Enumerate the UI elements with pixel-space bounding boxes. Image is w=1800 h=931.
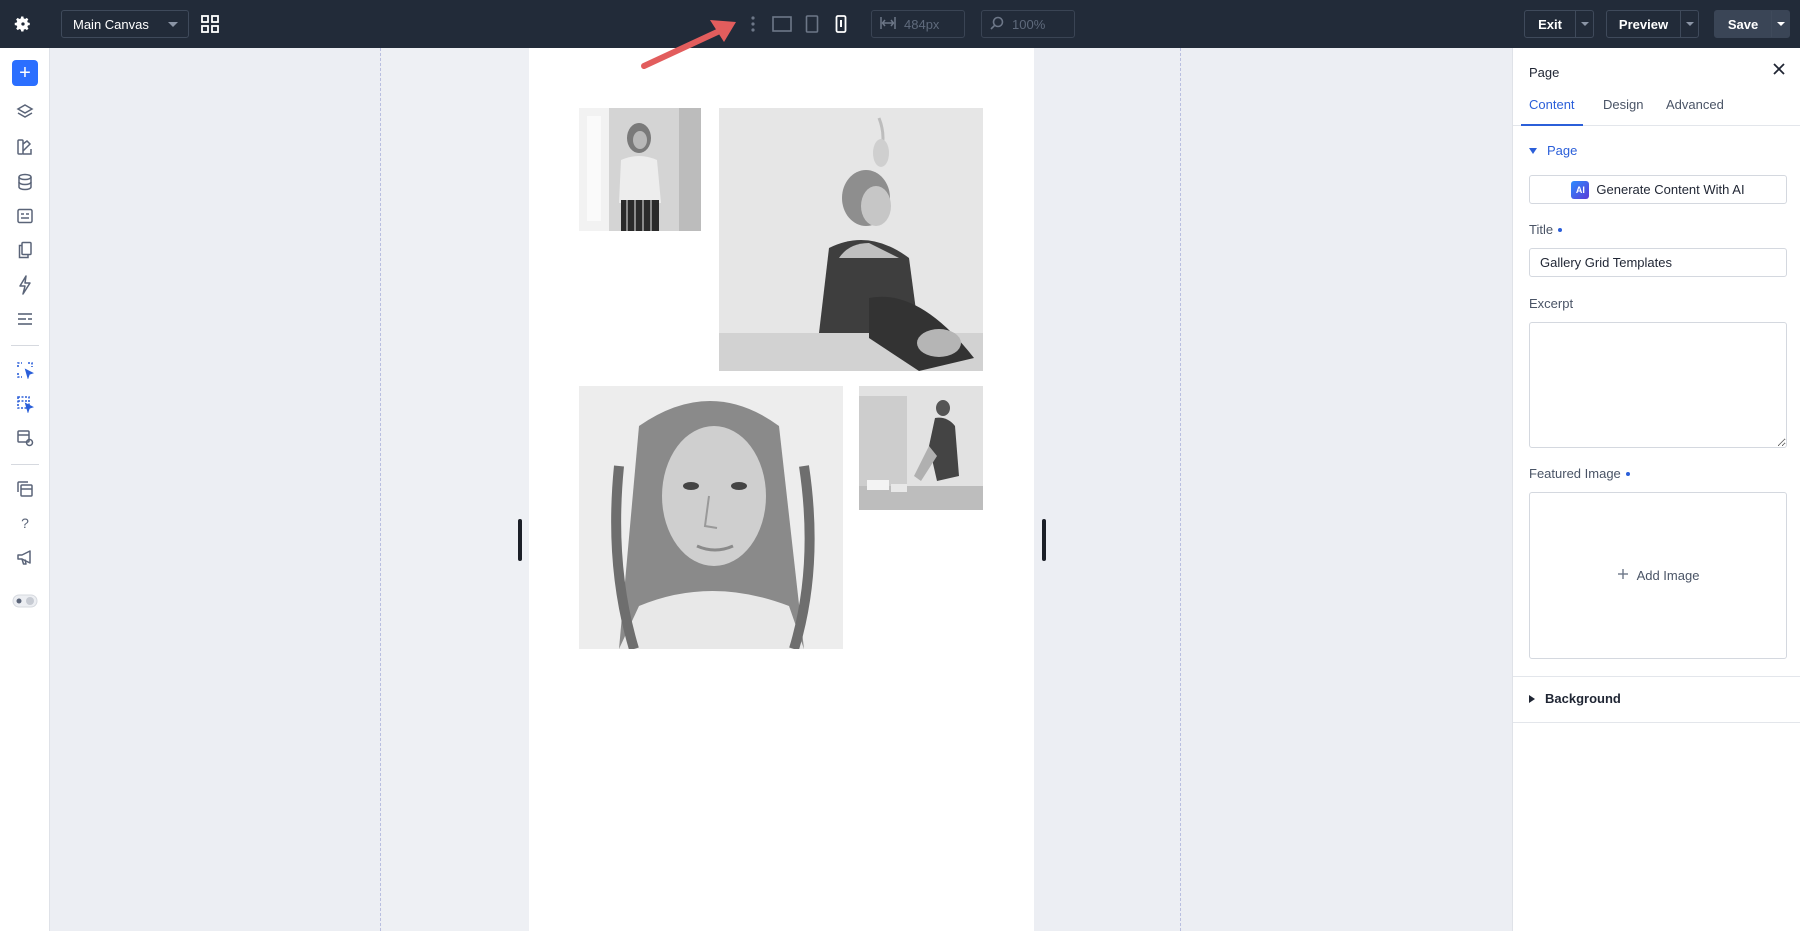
template-icon[interactable] <box>12 425 38 451</box>
zoom-value: 100% <box>1012 16 1046 32</box>
generate-ai-button[interactable]: AI Generate Content With AI <box>1529 175 1787 204</box>
tab-content[interactable]: Content <box>1521 96 1583 126</box>
width-icon <box>880 16 896 32</box>
gear-icon[interactable] <box>12 13 34 35</box>
section-divider <box>1513 722 1800 723</box>
preview-button[interactable]: Preview <box>1607 11 1680 37</box>
desktop-icon[interactable] <box>771 14 793 34</box>
excerpt-label-text: Excerpt <box>1529 296 1574 311</box>
theme-toggle-icon[interactable] <box>12 588 38 614</box>
caret-right-icon <box>1529 694 1535 703</box>
top-toolbar: Main Canvas 484px 100% Exit Preview Save <box>0 0 1800 48</box>
section-background-toggle[interactable]: Background <box>1529 691 1621 706</box>
save-split-button: Save <box>1714 10 1790 38</box>
panel-title: Page <box>1529 65 1560 80</box>
required-dot-icon <box>1558 227 1563 232</box>
annotation-arrow-icon <box>641 20 736 69</box>
select-target-icon[interactable] <box>12 357 38 383</box>
left-toolbar: + ? <box>0 48 50 931</box>
tab-advanced[interactable]: Advanced <box>1662 96 1728 126</box>
exit-split-button: Exit <box>1524 10 1594 38</box>
megaphone-icon[interactable] <box>12 544 38 570</box>
excerpt-textarea[interactable] <box>1529 322 1787 448</box>
preview-options-chevron-icon[interactable] <box>1680 11 1698 37</box>
section-divider <box>1513 676 1800 677</box>
forms-icon[interactable] <box>12 203 38 229</box>
excerpt-label: Excerpt <box>1529 296 1573 311</box>
lightning-icon[interactable] <box>12 272 38 298</box>
exit-options-chevron-icon[interactable] <box>1575 11 1593 37</box>
ai-icon: AI <box>1571 180 1590 199</box>
chevron-down-icon <box>168 22 178 27</box>
save-button[interactable]: Save <box>1715 11 1771 37</box>
preview-split-button: Preview <box>1606 10 1699 38</box>
main-canvas[interactable] <box>50 48 1512 931</box>
required-dot-icon <box>1625 471 1630 476</box>
resize-handle-left[interactable] <box>518 519 522 561</box>
section-page-toggle[interactable]: Page <box>1529 143 1577 158</box>
list-icon[interactable] <box>12 306 38 332</box>
title-label-text: Title <box>1529 222 1554 237</box>
add-image-dropzone[interactable]: Add Image <box>1529 492 1787 659</box>
title-label: Title <box>1529 222 1563 237</box>
section-page-label: Page <box>1547 143 1578 158</box>
multi-select-icon[interactable] <box>12 391 38 417</box>
page-frame[interactable] <box>529 48 1034 931</box>
zoom-icon <box>990 16 1004 33</box>
photo-window[interactable] <box>579 108 701 231</box>
photo-portrait[interactable] <box>579 386 843 649</box>
save-options-chevron-icon[interactable] <box>1771 11 1789 37</box>
photo-seated[interactable] <box>719 108 983 371</box>
palette-icon[interactable] <box>12 134 38 160</box>
featured-image-label: Featured Image <box>1529 466 1630 481</box>
stack-icon[interactable] <box>12 476 38 502</box>
generate-ai-label: Generate Content With AI <box>1596 182 1745 197</box>
settings-panel: Page Content Design Advanced Page AI Gen… <box>1512 48 1800 931</box>
featured-image-label-text: Featured Image <box>1529 466 1621 481</box>
exit-button[interactable]: Exit <box>1525 11 1575 37</box>
width-field[interactable]: 484px <box>871 10 965 38</box>
canvas-select[interactable]: Main Canvas <box>61 10 189 38</box>
layers-icon[interactable] <box>12 99 38 125</box>
close-icon[interactable] <box>1772 62 1788 78</box>
section-background-label: Background <box>1545 691 1621 706</box>
grid-view-icon[interactable] <box>199 13 221 35</box>
zoom-field[interactable]: 100% <box>981 10 1075 38</box>
resize-handle-right[interactable] <box>1042 519 1046 561</box>
caret-down-icon <box>1529 147 1537 154</box>
plus-icon <box>1617 568 1629 583</box>
tablet-icon[interactable] <box>801 14 823 34</box>
title-input[interactable] <box>1529 248 1787 277</box>
breakpoint-guide <box>1180 48 1181 931</box>
toolbar-divider <box>11 345 39 346</box>
pages-icon[interactable] <box>12 237 38 263</box>
photo-studio[interactable] <box>859 386 983 510</box>
mobile-icon[interactable] <box>830 14 852 34</box>
toolbar-divider <box>11 464 39 465</box>
add-image-label: Add Image <box>1636 568 1700 583</box>
width-value: 484px <box>904 16 940 32</box>
more-vertical-icon[interactable] <box>747 14 759 34</box>
canvas-select-label: Main Canvas <box>73 16 149 32</box>
add-icon[interactable]: + <box>12 60 38 86</box>
panel-tabs: Content Design Advanced <box>1513 96 1800 126</box>
database-icon[interactable] <box>12 169 38 195</box>
tab-design[interactable]: Design <box>1599 96 1647 126</box>
breakpoint-guide <box>380 48 381 931</box>
help-icon[interactable]: ? <box>12 510 38 536</box>
